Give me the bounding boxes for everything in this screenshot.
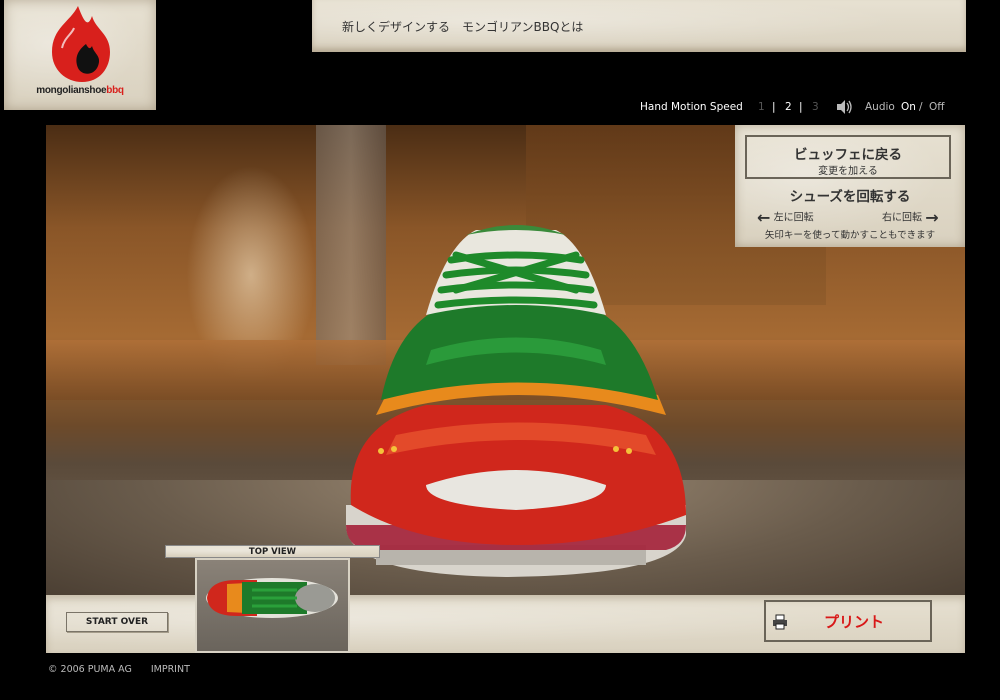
audio-on[interactable]: On bbox=[901, 101, 916, 113]
start-over-button[interactable]: START OVER bbox=[66, 612, 168, 632]
arrow-keys-hint: 矢印キーを使って動かすこともできます bbox=[764, 230, 936, 241]
arrow-left-icon: ← bbox=[757, 208, 771, 227]
top-view-panel[interactable]: TOP VIEW bbox=[165, 545, 380, 653]
speaker-icon[interactable] bbox=[836, 99, 854, 118]
speed-option-1[interactable]: 1 bbox=[758, 101, 765, 113]
rotate-left-label: 左に回転 bbox=[773, 212, 814, 224]
speed-separator: | bbox=[799, 101, 803, 113]
back-to-buffet-subtitle: 変更を加える bbox=[818, 166, 878, 177]
rotate-right-button[interactable]: 右に回転 → bbox=[882, 208, 939, 227]
footer: © 2006 PUMA AG IMPRINT bbox=[48, 664, 206, 675]
rotate-left-button[interactable]: ← 左に回転 bbox=[757, 208, 814, 227]
speed-option-3[interactable]: 3 bbox=[812, 101, 819, 113]
speed-separator: | bbox=[772, 101, 776, 113]
shoe-top-thumbnail bbox=[206, 578, 338, 618]
print-label: プリント bbox=[824, 613, 885, 631]
logo-text: mongolianshoebbq bbox=[36, 85, 124, 96]
audio-slash: / bbox=[919, 101, 923, 113]
back-to-buffet-title: ビュッフェに戻る bbox=[794, 147, 902, 163]
control-panel: ビュッフェに戻る 変更を加える シューズを回転する ← 左に回転 右に回転 → … bbox=[735, 125, 965, 247]
nav-new-design[interactable]: 新しくデザインする bbox=[342, 18, 450, 35]
top-navigation: 新しくデザインする モンゴリアンBBQとは bbox=[312, 0, 966, 52]
printer-icon bbox=[772, 614, 788, 634]
print-button[interactable]: プリント bbox=[764, 600, 932, 642]
imprint-link[interactable]: IMPRINT bbox=[151, 664, 190, 675]
logo[interactable]: mongolianshoebbq bbox=[4, 0, 156, 110]
hand-motion-speed-label: Hand Motion Speed bbox=[640, 101, 743, 113]
audio-label: Audio bbox=[865, 101, 895, 113]
rotate-shoe-title: シューズを回転する bbox=[789, 189, 911, 205]
top-view-thumbnail[interactable] bbox=[195, 558, 350, 653]
rotate-right-label: 右に回転 bbox=[882, 212, 922, 224]
speed-option-2[interactable]: 2 bbox=[785, 101, 792, 113]
nav-about-bbq[interactable]: モンゴリアンBBQとは bbox=[462, 18, 583, 35]
copyright-text: © 2006 PUMA AG bbox=[48, 664, 132, 675]
back-to-buffet-button[interactable]: ビュッフェに戻る 変更を加える bbox=[745, 135, 951, 179]
arrow-right-icon: → bbox=[925, 208, 939, 227]
flame-icon bbox=[52, 6, 110, 82]
top-view-label: TOP VIEW bbox=[165, 545, 380, 558]
audio-off[interactable]: Off bbox=[929, 101, 945, 113]
